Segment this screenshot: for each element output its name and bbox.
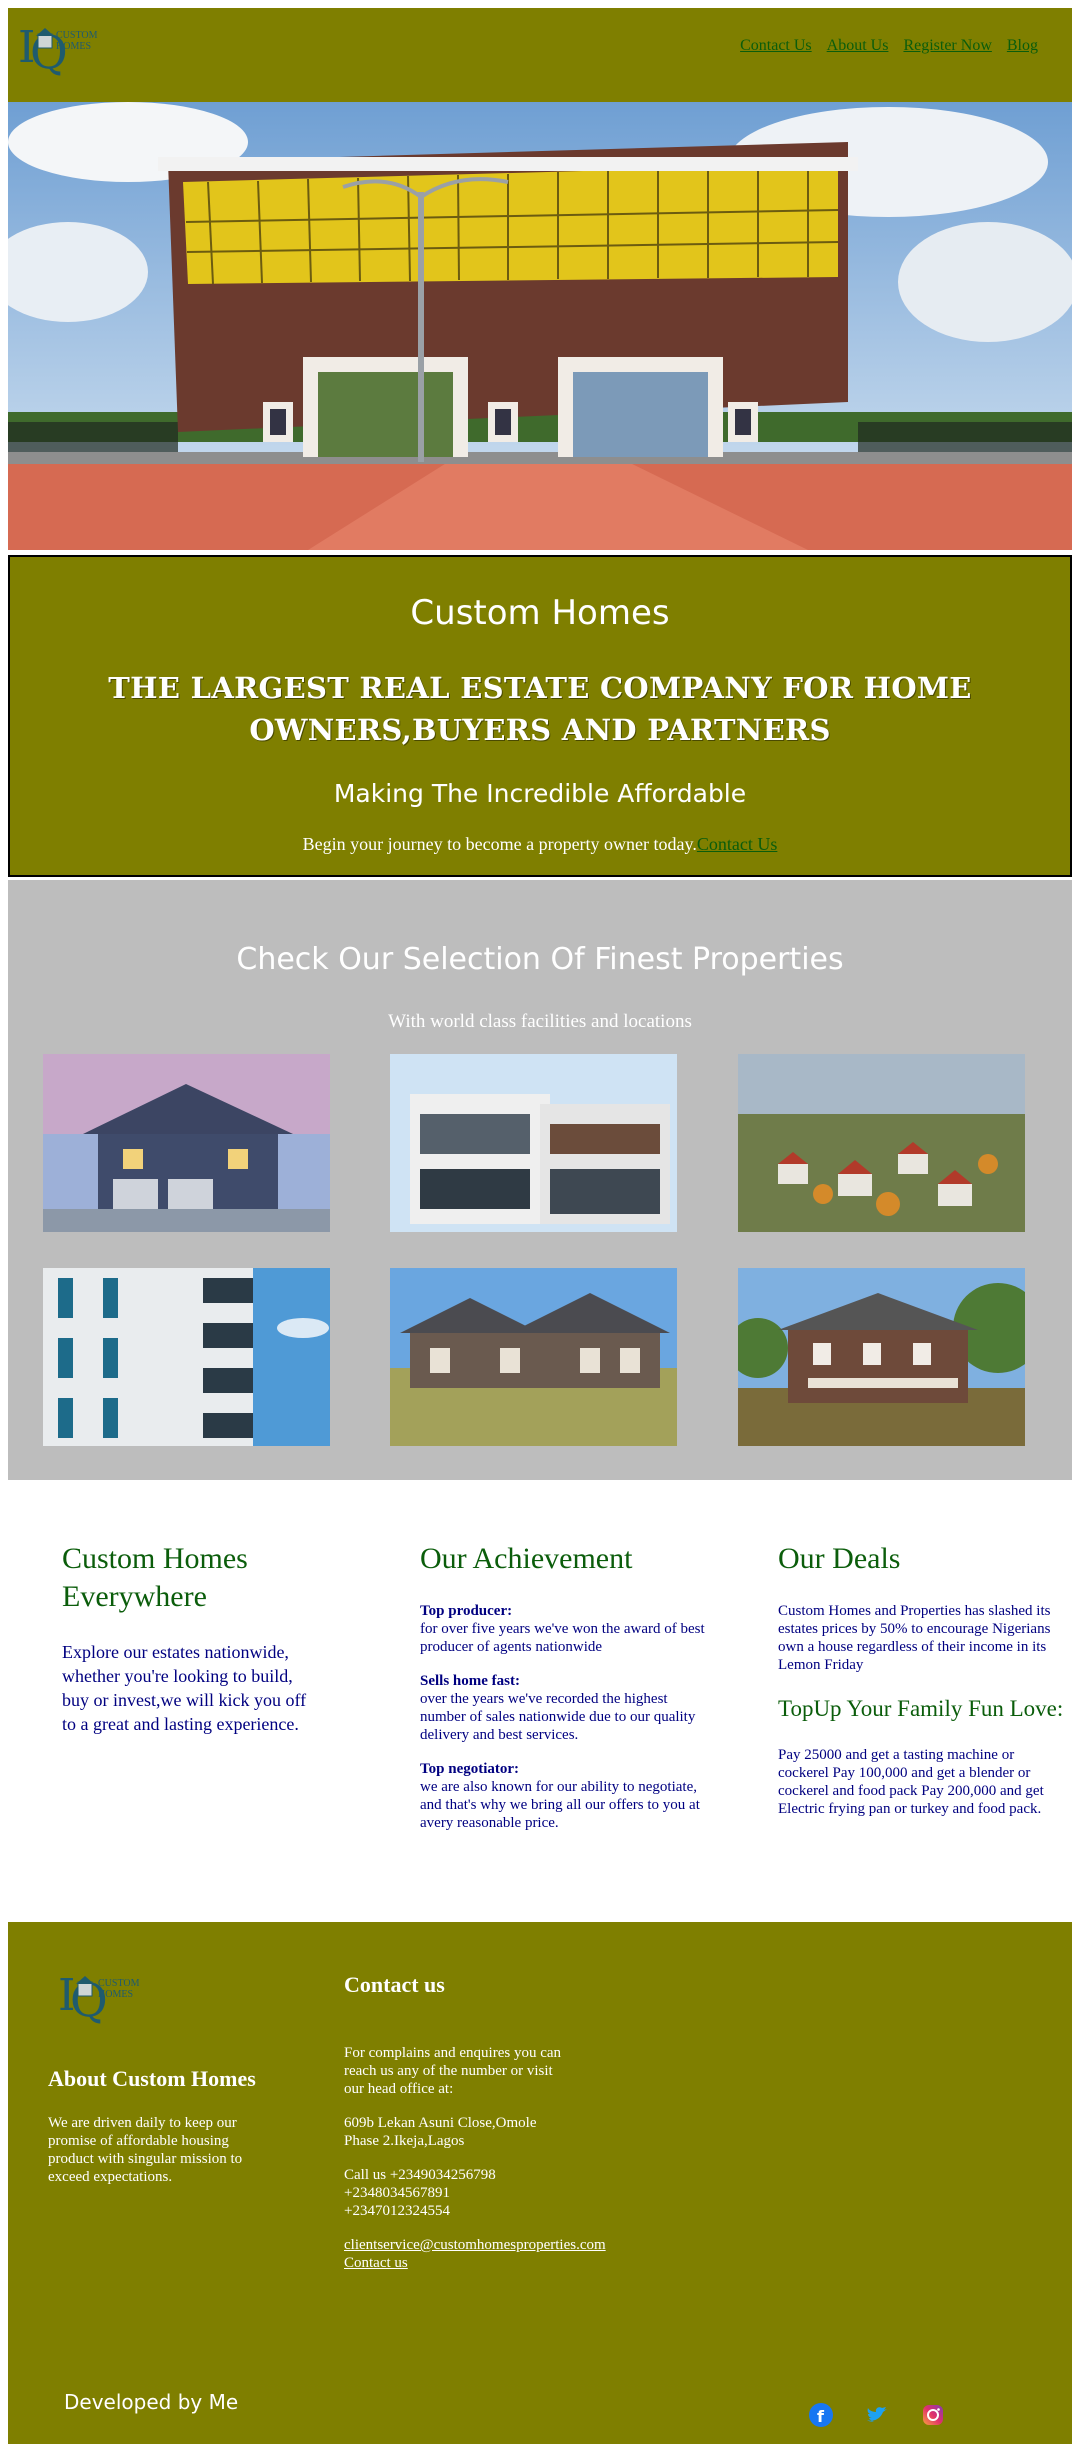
properties-title: Check Our Selection Of Finest Properties bbox=[236, 942, 844, 977]
property-image-1[interactable] bbox=[43, 1054, 330, 1232]
achievement-text: over the years we've recorded the highes… bbox=[420, 1691, 696, 1743]
custom-homes-everywhere: Custom Homes Everywhere Explore our esta… bbox=[62, 1540, 317, 1752]
logo[interactable]: I Q CUSTOM HOMES bbox=[16, 16, 106, 86]
about-title: About Custom Homes bbox=[48, 2066, 256, 2091]
nav-about-us[interactable]: About Us bbox=[827, 37, 889, 55]
property-image-5[interactable] bbox=[390, 1268, 677, 1446]
intro-brand: Custom Homes bbox=[410, 593, 670, 633]
our-deals: Our Deals Custom Homes and Properties ha… bbox=[778, 1540, 1068, 1834]
topup-text: Pay 25000 and get a tasting machine or c… bbox=[778, 1747, 1044, 1817]
col2-title: Our Achievement bbox=[420, 1542, 633, 1575]
contact-intro: For complains and enquires you can reach… bbox=[344, 2045, 562, 2097]
col1-text: Explore our estates nationwide, whether … bbox=[62, 1642, 307, 1734]
achievement-label: Top producer: bbox=[420, 1603, 513, 1619]
contact-title: Contact us bbox=[344, 1972, 445, 1997]
facebook-icon[interactable]: f bbox=[808, 2402, 834, 2428]
twitter-icon[interactable] bbox=[864, 2402, 890, 2428]
col3-title: Our Deals bbox=[778, 1542, 901, 1575]
top-nav: Contact Us About Us Register Now Blog bbox=[740, 37, 1038, 55]
hero-image bbox=[8, 102, 1072, 550]
achievement-item: Sells home fast: over the years we've rec… bbox=[420, 1672, 710, 1744]
achievement-item: Top negotiator: we are also known for our… bbox=[420, 1760, 710, 1832]
property-image-4[interactable] bbox=[43, 1268, 330, 1446]
achievement-text: we are also known for our ability to neg… bbox=[420, 1779, 700, 1831]
contact-phone-1: Call us +2349034256798 bbox=[344, 2167, 496, 2183]
contact-phone-2: +2348034567891 bbox=[344, 2185, 450, 2201]
contact-address: 609b Lekan Asuni Close,Omole Phase 2.Ike… bbox=[344, 2115, 537, 2149]
properties-section: Check Our Selection Of Finest Properties… bbox=[8, 880, 1072, 1480]
achievement-label: Sells home fast: bbox=[420, 1673, 520, 1689]
achievement-item: Top producer: for over five years we've w… bbox=[420, 1602, 710, 1656]
our-achievement: Our Achievement Top producer: for over fi… bbox=[420, 1540, 710, 1848]
contact-email-link[interactable]: clientservice@customhomesproperties.com bbox=[344, 2236, 664, 2254]
journey-text: Begin your journey to become a property … bbox=[302, 834, 697, 854]
instagram-icon[interactable] bbox=[920, 2402, 946, 2428]
col1-title: Custom Homes Everywhere bbox=[62, 1542, 248, 1613]
footer-logo-text: CUSTOM HOMES bbox=[98, 1978, 140, 2000]
developer-credit: Developed by Me bbox=[64, 2390, 239, 2414]
contact-phone-3: +2347012324554 bbox=[344, 2203, 450, 2219]
intro-banner: Custom Homes THE LARGEST REAL ESTATE COM… bbox=[8, 555, 1072, 877]
site-header: I Q CUSTOM HOMES Contact Us About Us Reg… bbox=[8, 8, 1072, 102]
topup-title: TopUp Your Family Fun Love: bbox=[778, 1696, 1064, 1721]
achievement-text: for over five years we've won the award … bbox=[420, 1621, 705, 1655]
site-footer: I Q CUSTOM HOMES About Custom Homes We a… bbox=[8, 1922, 1072, 2444]
contact-block: For complains and enquires you can reach… bbox=[344, 2044, 664, 2272]
property-image-2[interactable] bbox=[390, 1054, 677, 1232]
footer-logo[interactable]: I Q CUSTOM HOMES bbox=[56, 1964, 148, 2034]
property-image-6[interactable] bbox=[738, 1268, 1025, 1446]
nav-contact-us[interactable]: Contact Us bbox=[740, 37, 812, 55]
nav-register-now[interactable]: Register Now bbox=[903, 37, 991, 55]
contact-us-link[interactable]: Contact us bbox=[344, 2254, 664, 2272]
svg-text:f: f bbox=[817, 2407, 825, 2426]
deals-text: Custom Homes and Properties has slashed … bbox=[778, 1603, 1051, 1673]
about-text: We are driven daily to keep our promise … bbox=[48, 2115, 243, 2185]
logo-text: CUSTOM HOMES bbox=[56, 30, 98, 52]
achievement-label: Top negotiator: bbox=[420, 1761, 520, 1777]
intro-journey: Begin your journey to become a property … bbox=[10, 834, 1070, 855]
property-image-3[interactable] bbox=[738, 1054, 1025, 1232]
intro-headline: THE LARGEST REAL ESTATE COMPANY FOR HOME… bbox=[108, 671, 972, 747]
intro-tagline: Making The Incredible Affordable bbox=[333, 779, 747, 808]
properties-subtitle: With world class facilities and location… bbox=[388, 1011, 692, 1032]
nav-blog[interactable]: Blog bbox=[1007, 37, 1038, 55]
journey-contact-link[interactable]: Contact Us bbox=[697, 834, 778, 854]
